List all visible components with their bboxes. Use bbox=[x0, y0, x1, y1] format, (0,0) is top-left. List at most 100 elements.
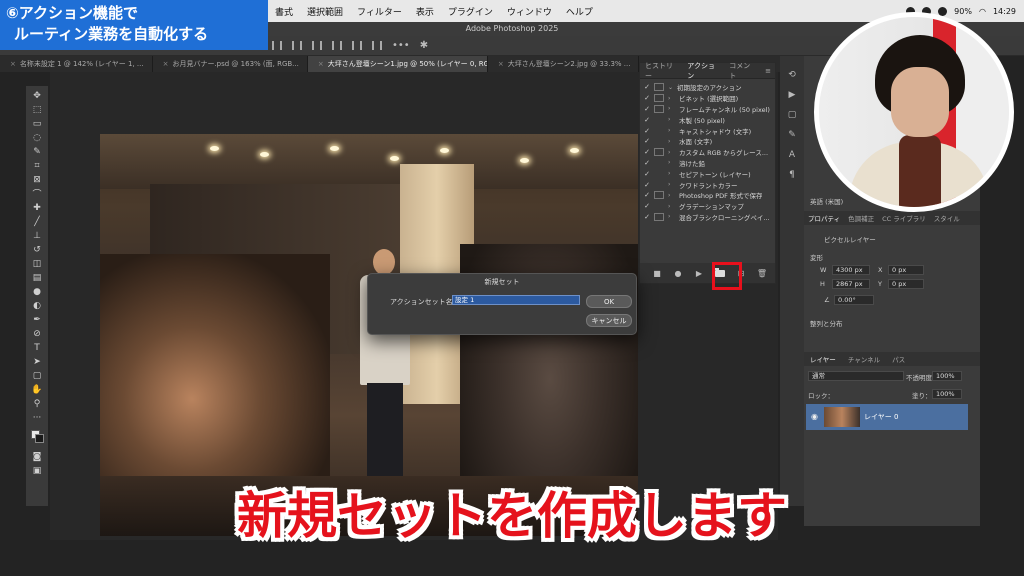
dialog-toggle[interactable] bbox=[654, 83, 664, 92]
toggle-check-icon[interactable]: ✓ bbox=[640, 83, 654, 91]
chevron-right-icon[interactable]: › bbox=[668, 213, 677, 220]
chevron-right-icon[interactable]: › bbox=[668, 159, 677, 166]
crop-tool-icon[interactable]: ⌗ bbox=[30, 160, 44, 171]
brush-settings-icon[interactable]: ✎ bbox=[788, 130, 796, 140]
type-tool-icon[interactable]: T bbox=[30, 342, 44, 353]
dialog-toggle[interactable] bbox=[654, 148, 664, 157]
chevron-right-icon[interactable]: › bbox=[668, 116, 677, 123]
close-icon[interactable]: × bbox=[318, 60, 324, 68]
quick-mask-icon[interactable]: ◙ bbox=[30, 451, 44, 462]
actions-play-icon[interactable]: ▶ bbox=[789, 90, 796, 100]
tab-libraries[interactable]: CC ライブラリ bbox=[878, 213, 930, 223]
tab-adjustments[interactable]: 色調補正 bbox=[844, 213, 878, 223]
action-row[interactable]: ✓ › Photoshop PDF 形式で保存 bbox=[640, 190, 775, 201]
chevron-right-icon[interactable]: › bbox=[668, 149, 677, 156]
dialog-toggle[interactable] bbox=[654, 94, 664, 103]
action-row[interactable]: ✓ › クワドラントカラー bbox=[640, 179, 775, 190]
chevron-right-icon[interactable]: › bbox=[668, 105, 677, 112]
stamp-tool-icon[interactable]: ⊥ bbox=[30, 230, 44, 241]
action-set-row[interactable]: ✓ ⌄ 初期設定のアクション bbox=[640, 82, 775, 93]
angle-field[interactable]: 0.00° bbox=[834, 295, 874, 305]
width-field[interactable]: 4300 px bbox=[832, 265, 870, 275]
chevron-down-icon[interactable]: ⌄ bbox=[668, 84, 677, 91]
action-row[interactable]: ✓ › 木製 (50 pixel) bbox=[640, 114, 775, 125]
path-select-icon[interactable]: ➤ bbox=[30, 356, 44, 367]
eraser-tool-icon[interactable]: ◫ bbox=[30, 258, 44, 269]
layer-row[interactable]: ◉ レイヤー 0 bbox=[806, 404, 968, 430]
menu-format[interactable]: 書式 bbox=[268, 5, 300, 18]
menu-view[interactable]: 表示 bbox=[409, 5, 441, 18]
artboard-tool-icon[interactable]: ⬚ bbox=[30, 104, 44, 115]
align-middle-icon[interactable] bbox=[352, 41, 362, 50]
close-icon[interactable]: × bbox=[10, 60, 16, 68]
dialog-toggle[interactable] bbox=[654, 116, 664, 124]
shape-tool-icon[interactable]: ▢ bbox=[30, 370, 44, 381]
tab-document-3[interactable]: ×大坪さん登壇シーン1.jpg @ 50% (レイヤー 0, RGB/8) * bbox=[307, 56, 488, 72]
tab-channels[interactable]: チャンネル bbox=[842, 354, 886, 364]
action-row[interactable]: ✓ › カスタム RGB からグレース... bbox=[640, 147, 775, 158]
dodge-tool-icon[interactable]: ◐ bbox=[30, 300, 44, 311]
layer-name[interactable]: レイヤー 0 bbox=[864, 412, 898, 422]
chevron-right-icon[interactable]: › bbox=[668, 170, 677, 177]
brush-tool-icon[interactable]: ╱ bbox=[30, 216, 44, 227]
ok-button[interactable]: OK bbox=[586, 295, 632, 308]
dialog-toggle[interactable] bbox=[654, 191, 664, 200]
tab-actions[interactable]: アクション bbox=[682, 61, 724, 81]
toggle-check-icon[interactable]: ✓ bbox=[640, 191, 654, 199]
tab-paths[interactable]: パス bbox=[886, 354, 911, 364]
lasso-tool-icon[interactable]: ◌ bbox=[30, 132, 44, 143]
align-right-icon[interactable] bbox=[312, 41, 322, 50]
background-color[interactable] bbox=[35, 434, 44, 443]
chevron-right-icon[interactable]: › bbox=[668, 127, 677, 134]
toggle-check-icon[interactable]: ✓ bbox=[640, 148, 654, 156]
tab-styles[interactable]: スタイル bbox=[930, 213, 964, 223]
quick-select-tool-icon[interactable]: ✎ bbox=[30, 146, 44, 157]
tab-document-2[interactable]: × お月見バナー.psd @ 163% (面, RGB... bbox=[153, 56, 308, 72]
toggle-check-icon[interactable]: ✓ bbox=[640, 137, 654, 145]
paragraph-icon[interactable]: ¶ bbox=[789, 170, 795, 180]
blur-tool-icon[interactable]: ● bbox=[30, 286, 44, 297]
menu-plugins[interactable]: プラグイン bbox=[441, 5, 500, 18]
toggle-check-icon[interactable]: ✓ bbox=[640, 159, 654, 167]
toggle-check-icon[interactable]: ✓ bbox=[640, 94, 654, 102]
menu-filter[interactable]: フィルター bbox=[350, 5, 409, 18]
dialog-toggle[interactable] bbox=[654, 181, 664, 189]
more-tools-icon[interactable]: ··· bbox=[30, 412, 44, 423]
toggle-check-icon[interactable]: ✓ bbox=[640, 170, 654, 178]
stop-icon[interactable]: ■ bbox=[652, 268, 662, 278]
action-row[interactable]: ✓ › セピアトーン (レイヤー) bbox=[640, 168, 775, 179]
character-icon[interactable]: A bbox=[789, 150, 795, 160]
menu-window[interactable]: ウィンドウ bbox=[500, 5, 559, 18]
toggle-check-icon[interactable]: ✓ bbox=[640, 181, 654, 189]
dialog-toggle[interactable] bbox=[654, 202, 664, 210]
eyedropper-tool-icon[interactable]: ⌒ bbox=[30, 188, 44, 200]
action-row[interactable]: ✓ › グラデーションマップ bbox=[640, 201, 775, 212]
chevron-right-icon[interactable]: › bbox=[668, 95, 677, 102]
chevron-right-icon[interactable]: › bbox=[668, 203, 677, 210]
fill-field[interactable]: 100% bbox=[932, 389, 962, 399]
healing-tool-icon[interactable]: ✚ bbox=[30, 202, 44, 213]
panel-menu-icon[interactable]: ≡ bbox=[760, 67, 775, 75]
y-field[interactable]: 0 px bbox=[888, 279, 924, 289]
menu-select[interactable]: 選択範囲 bbox=[300, 5, 350, 18]
close-icon[interactable]: × bbox=[163, 60, 169, 68]
action-row[interactable]: ✓ › 溶けた鉛 bbox=[640, 158, 775, 169]
status-icon[interactable] bbox=[938, 6, 948, 16]
history-icon[interactable]: ⟲ bbox=[788, 70, 796, 80]
align-left-icon[interactable] bbox=[272, 41, 282, 50]
more-icon[interactable]: ••• bbox=[392, 40, 410, 51]
frame-tool-icon[interactable]: ⊠ bbox=[30, 174, 44, 185]
menu-help[interactable]: ヘルプ bbox=[559, 5, 600, 18]
toggle-check-icon[interactable]: ✓ bbox=[640, 105, 654, 113]
toggle-check-icon[interactable]: ✓ bbox=[640, 127, 654, 135]
action-row[interactable]: ✓ › フレームチャンネル (50 pixel) bbox=[640, 104, 775, 115]
action-row[interactable]: ✓ › ビネット (選択範囲) bbox=[640, 93, 775, 104]
visibility-eye-icon[interactable]: ◉ bbox=[811, 412, 818, 421]
record-icon[interactable]: ● bbox=[673, 268, 683, 278]
set-name-input[interactable]: 設定 1 bbox=[452, 295, 580, 305]
align-center-icon[interactable] bbox=[292, 41, 302, 50]
close-icon[interactable]: × bbox=[498, 60, 504, 68]
dialog-toggle[interactable] bbox=[654, 159, 664, 167]
wifi-icon[interactable]: ◠ bbox=[979, 7, 986, 16]
hand-tool-icon[interactable]: ✋ bbox=[30, 384, 44, 395]
